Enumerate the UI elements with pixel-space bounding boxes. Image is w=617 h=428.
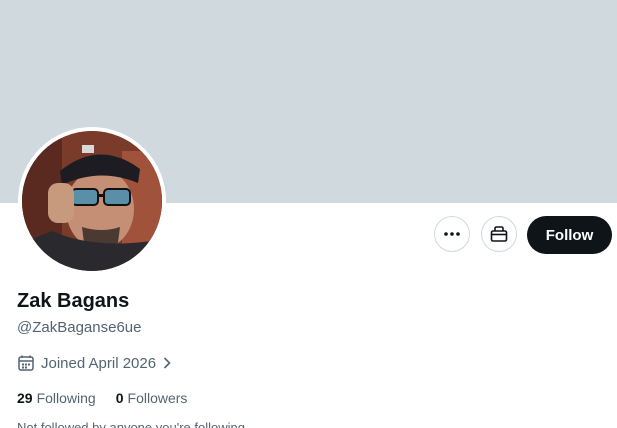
followers-link[interactable]: 0 Followers bbox=[116, 390, 188, 406]
profile-handle: @ZakBaganse6ue bbox=[17, 319, 142, 336]
following-count: 29 bbox=[17, 390, 33, 406]
more-button[interactable] bbox=[434, 216, 470, 252]
joined-label: Joined April 2026 bbox=[41, 354, 157, 372]
following-link[interactable]: 29 Following bbox=[17, 390, 96, 406]
profile-stats: 29 Following 0 Followers bbox=[17, 390, 187, 406]
joined-date[interactable]: Joined April 2026 bbox=[17, 354, 174, 372]
not-followed-note: Not followed by anyone you're following bbox=[17, 420, 245, 428]
followers-label: Followers bbox=[127, 390, 188, 406]
following-label: Following bbox=[36, 390, 96, 406]
calendar-icon bbox=[18, 355, 34, 371]
followers-count: 0 bbox=[115, 390, 124, 406]
gift-button[interactable] bbox=[481, 216, 517, 252]
profile-page: Follow Zak Bagans @ZakBaganse6ue Joined … bbox=[0, 0, 617, 428]
chevron-right-icon bbox=[164, 357, 171, 369]
more-horizontal-icon bbox=[444, 232, 460, 236]
avatar[interactable] bbox=[18, 127, 166, 275]
avatar-image bbox=[22, 131, 162, 271]
gift-icon bbox=[490, 226, 508, 242]
follow-button[interactable]: Follow bbox=[527, 216, 612, 254]
profile-name: Zak Bagans bbox=[17, 290, 130, 312]
